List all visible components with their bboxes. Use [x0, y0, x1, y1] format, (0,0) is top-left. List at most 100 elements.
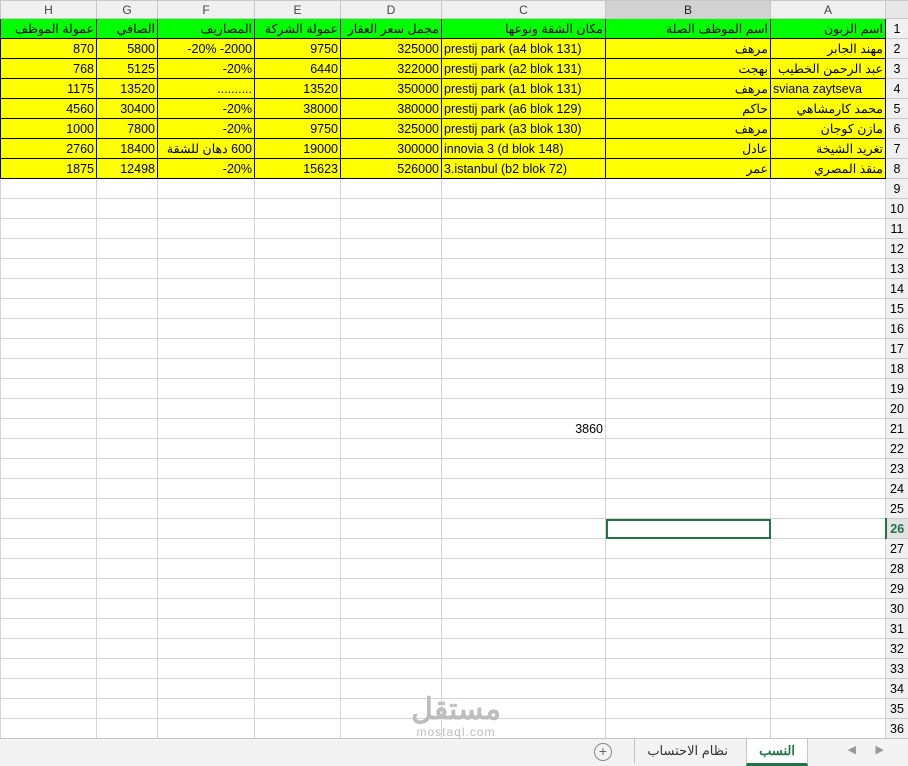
- cell[interactable]: ..........: [158, 79, 255, 99]
- cell[interactable]: [255, 259, 341, 279]
- row-number[interactable]: 5: [886, 99, 908, 119]
- cell[interactable]: [97, 339, 158, 359]
- row-number[interactable]: 21: [886, 419, 908, 439]
- cell[interactable]: [341, 299, 442, 319]
- cell[interactable]: [442, 599, 606, 619]
- row-number[interactable]: 13: [886, 259, 908, 279]
- cell[interactable]: [158, 659, 255, 679]
- column-header[interactable]: H: [1, 1, 97, 19]
- column-header[interactable]: C: [442, 1, 606, 19]
- cell[interactable]: 5125: [97, 59, 158, 79]
- sheet-tab-second[interactable]: نظام الاحتساب: [634, 739, 740, 763]
- cell[interactable]: [255, 479, 341, 499]
- cell[interactable]: 2000- 20%-: [158, 39, 255, 59]
- cell[interactable]: [442, 519, 606, 539]
- cell[interactable]: [255, 699, 341, 719]
- cell[interactable]: [606, 679, 771, 699]
- cell[interactable]: [341, 539, 442, 559]
- cell[interactable]: [97, 259, 158, 279]
- cell[interactable]: [1, 459, 97, 479]
- cell[interactable]: [158, 519, 255, 539]
- cell[interactable]: [97, 359, 158, 379]
- cell[interactable]: [771, 379, 886, 399]
- cell[interactable]: [97, 479, 158, 499]
- cell[interactable]: 2760: [1, 139, 97, 159]
- cell[interactable]: 350000: [341, 79, 442, 99]
- row-number[interactable]: 12: [886, 239, 908, 259]
- cell[interactable]: [341, 279, 442, 299]
- cell[interactable]: عبد الرحمن الخطيب: [771, 59, 886, 79]
- cell[interactable]: [255, 319, 341, 339]
- header-cell[interactable]: مكان الشقة ونوعها: [442, 19, 606, 39]
- row-number[interactable]: 3: [886, 59, 908, 79]
- cell[interactable]: [442, 579, 606, 599]
- cell[interactable]: [1, 659, 97, 679]
- cell[interactable]: [442, 539, 606, 559]
- cell[interactable]: [771, 199, 886, 219]
- cell[interactable]: [158, 199, 255, 219]
- cell[interactable]: [97, 419, 158, 439]
- cell[interactable]: [442, 219, 606, 239]
- cell[interactable]: [1, 579, 97, 599]
- cell[interactable]: [97, 179, 158, 199]
- cell[interactable]: [771, 719, 886, 739]
- cell[interactable]: [341, 639, 442, 659]
- cell[interactable]: [606, 319, 771, 339]
- cell[interactable]: [771, 439, 886, 459]
- cell[interactable]: مرهف: [606, 79, 771, 99]
- cell[interactable]: innovia 3 (d blok 148): [442, 139, 606, 159]
- cell[interactable]: [341, 579, 442, 599]
- cell[interactable]: [255, 339, 341, 359]
- cell[interactable]: [442, 499, 606, 519]
- cell[interactable]: prestij park (a6 blok 129): [442, 99, 606, 119]
- cell[interactable]: 19000: [255, 139, 341, 159]
- cell[interactable]: [606, 559, 771, 579]
- cell[interactable]: [158, 619, 255, 639]
- cell[interactable]: [442, 559, 606, 579]
- cell[interactable]: [255, 499, 341, 519]
- cell[interactable]: [341, 319, 442, 339]
- cell[interactable]: [255, 199, 341, 219]
- cell[interactable]: [771, 419, 886, 439]
- cell[interactable]: [1, 299, 97, 319]
- cell[interactable]: 600 دهان للشقة: [158, 139, 255, 159]
- cell[interactable]: [1, 199, 97, 219]
- spreadsheet-grid[interactable]: HGFEDCBAعمولة الموظفالصافيالمصاريفعمولة …: [0, 0, 908, 738]
- cell[interactable]: [1, 319, 97, 339]
- column-header[interactable]: F: [158, 1, 255, 19]
- cell[interactable]: [771, 399, 886, 419]
- cell[interactable]: [341, 199, 442, 219]
- cell[interactable]: [97, 619, 158, 639]
- cell[interactable]: [771, 659, 886, 679]
- cell[interactable]: [1, 499, 97, 519]
- header-cell[interactable]: عمولة الشركة: [255, 19, 341, 39]
- cell[interactable]: عمر: [606, 159, 771, 179]
- cell[interactable]: [1, 359, 97, 379]
- cell[interactable]: 1175: [1, 79, 97, 99]
- cell[interactable]: [606, 239, 771, 259]
- active-cell[interactable]: [606, 519, 771, 539]
- cell[interactable]: [606, 639, 771, 659]
- cell[interactable]: prestij park (a2 blok 131): [442, 59, 606, 79]
- cell[interactable]: [606, 299, 771, 319]
- cell[interactable]: [1, 639, 97, 659]
- row-number[interactable]: 20: [886, 399, 908, 419]
- cell[interactable]: [442, 299, 606, 319]
- cell[interactable]: 38000: [255, 99, 341, 119]
- cell[interactable]: prestij park (a1 blok 131): [442, 79, 606, 99]
- cell[interactable]: [1, 179, 97, 199]
- cell[interactable]: [255, 179, 341, 199]
- cell[interactable]: [771, 699, 886, 719]
- cell[interactable]: 526000: [341, 159, 442, 179]
- cell[interactable]: [341, 659, 442, 679]
- cell[interactable]: [255, 579, 341, 599]
- cell[interactable]: [341, 339, 442, 359]
- cell[interactable]: بهجت: [606, 59, 771, 79]
- cell[interactable]: [771, 179, 886, 199]
- row-number[interactable]: 30: [886, 599, 908, 619]
- row-number[interactable]: 11: [886, 219, 908, 239]
- cell[interactable]: [158, 679, 255, 699]
- row-number[interactable]: 23: [886, 459, 908, 479]
- cell[interactable]: [158, 279, 255, 299]
- cell[interactable]: [97, 639, 158, 659]
